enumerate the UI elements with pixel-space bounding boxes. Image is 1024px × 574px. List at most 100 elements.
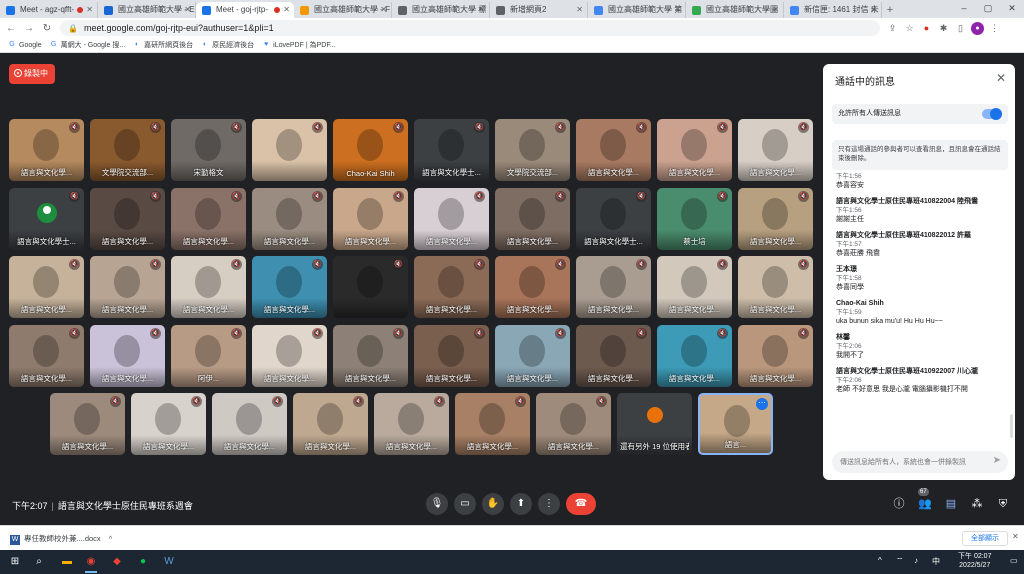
browser-tab[interactable]: 新信匣: 1461 封信 未 ✕: [784, 2, 882, 18]
acrobat-icon[interactable]: ◆: [108, 553, 126, 571]
participant-tile[interactable]: 語言與文化學... 🔇: [657, 119, 732, 181]
participant-tile[interactable]: 語言與文化學... 🔇: [90, 256, 165, 318]
participant-tile[interactable]: 還有另外 19 位使用者: [617, 393, 692, 455]
reload-icon[interactable]: ↻: [40, 23, 54, 34]
ime-indicator-icon[interactable]: 中: [932, 556, 940, 567]
participant-tile[interactable]: 語言與文化學... 🔇: [252, 324, 327, 387]
show-all-button[interactable]: 全部顯示: [962, 531, 1008, 546]
share-icon[interactable]: ⇪: [886, 22, 899, 35]
participant-tile[interactable]: 語言與文化學... 🔇: [495, 187, 570, 250]
participant-tile[interactable]: 語言與文化學... 🔇: [333, 324, 408, 387]
tray-chevron-icon[interactable]: ^: [878, 556, 882, 565]
more-options-icon[interactable]: ⋯: [756, 398, 768, 410]
participant-tile[interactable]: 語言與文化學... 🔇: [131, 393, 206, 455]
participant-tile[interactable]: 語言與文化學... 🔇: [293, 393, 368, 455]
participant-tile[interactable]: 語言... ⋯: [698, 393, 773, 455]
participant-tile[interactable]: Chao-Kai Shih 🔇: [333, 119, 408, 181]
volume-icon[interactable]: ♪: [914, 556, 918, 565]
participant-tile[interactable]: 語言與文化學... 🔇: [90, 324, 165, 387]
participant-tile[interactable]: 🔇: [333, 256, 408, 318]
participant-tile[interactable]: 語言與文化學... 🔇: [9, 256, 84, 318]
close-tab-icon[interactable]: ✕: [380, 2, 387, 18]
browser-tab[interactable]: Meet - agz-qfft- ✕: [0, 2, 98, 18]
participant-tile[interactable]: 語言與文化學... 🔇: [50, 393, 125, 455]
browser-tab[interactable]: 國立高雄師範大學 第 ✕: [588, 2, 686, 18]
participant-tile[interactable]: 語言與文化學... 🔇: [576, 256, 651, 318]
network-icon[interactable]: ⌔: [896, 556, 904, 566]
close-tab-icon[interactable]: ✕: [86, 2, 93, 18]
search-icon[interactable]: ⌕: [30, 553, 48, 571]
bookmark-item[interactable]: G Google: [8, 41, 41, 49]
participant-tile[interactable]: 🔇: [252, 119, 327, 181]
participant-tile[interactable]: 語言與文化學... 🔇: [414, 187, 489, 250]
participant-tile[interactable]: 語言與文化學... 🔇: [576, 324, 651, 387]
browser-tab[interactable]: 國立高雄師範大學 - F ✕: [294, 2, 392, 18]
download-item[interactable]: W 專任教師校外兼....docx ^: [10, 533, 112, 545]
participant-tile[interactable]: 語言與文化學士... 🔇: [9, 187, 84, 250]
mic-button[interactable]: 🎙: [426, 493, 448, 515]
chat-input[interactable]: [832, 451, 1008, 473]
participant-tile[interactable]: 語言與文化學... 🔇: [495, 256, 570, 318]
bookmark-item[interactable]: ◐ 原民經濟後台: [201, 40, 254, 50]
participant-tile[interactable]: 語言與文化學... 🔇: [333, 187, 408, 250]
participant-tile[interactable]: 語言與文化學... 🔇: [171, 256, 246, 318]
participant-tile[interactable]: 語言與文化學... 🔇: [374, 393, 449, 455]
windows-start-icon[interactable]: ⊞: [6, 553, 24, 571]
chrome-icon[interactable]: ◉: [82, 553, 100, 573]
people-button[interactable]: 67 👥: [916, 488, 934, 513]
bookmark-item[interactable]: ♥ iLovePDF | 為PDF...: [262, 40, 336, 50]
file-explorer-icon[interactable]: ▬: [58, 553, 76, 571]
sidepanel-icon[interactable]: ▯: [954, 22, 967, 35]
close-shelf-icon[interactable]: ✕: [1012, 532, 1019, 541]
participant-tile[interactable]: 蔡士培 🔇: [657, 187, 732, 250]
close-tab-icon[interactable]: ✕: [478, 2, 485, 18]
participant-tile[interactable]: 語言與文化學... 🔇: [738, 256, 813, 318]
chat-icon[interactable]: ▤: [942, 495, 960, 513]
participant-tile[interactable]: 語言與文化學... 🔇: [414, 256, 489, 318]
bookmark-item[interactable]: G 萬網大 - Google 搜...: [50, 40, 125, 50]
participant-tile[interactable]: 語言與文化學... 🔇: [414, 324, 489, 387]
address-bar[interactable]: 🔒 meet.google.com/goj-rjtp-eui?authuser=1…: [60, 20, 880, 36]
taskbar-clock[interactable]: 下午 02:07 2022/5/27: [958, 552, 991, 570]
participant-tile[interactable]: 語言與文化學... 🔇: [9, 324, 84, 387]
forward-icon[interactable]: →: [22, 23, 36, 34]
close-tab-icon[interactable]: ✕: [184, 2, 191, 18]
participant-tile[interactable]: 語言與文化學... 🔇: [536, 393, 611, 455]
puzzle-icon[interactable]: ✱: [937, 22, 950, 35]
browser-tab[interactable]: 國立高雄師範大學 標 ✕: [392, 2, 490, 18]
participant-tile[interactable]: 語言與文化學... 🔇: [576, 119, 651, 181]
close-window-icon[interactable]: ✕: [1000, 0, 1024, 16]
participant-tile[interactable]: 語言與文化學... 🔇: [212, 393, 287, 455]
close-icon[interactable]: ✕: [996, 71, 1006, 85]
close-tab-icon[interactable]: ✕: [283, 2, 290, 18]
browser-tab[interactable]: 國立高雄師範大學圖 ✕: [686, 2, 784, 18]
browser-tab[interactable]: 國立高雄師範大學 - E ✕: [98, 2, 196, 18]
participant-tile[interactable]: 阿伊... 🔇: [171, 324, 246, 387]
word-icon[interactable]: W: [160, 553, 178, 571]
minimize-icon[interactable]: –: [952, 0, 976, 16]
maximize-icon[interactable]: ▢: [976, 0, 1000, 16]
participant-tile[interactable]: 文學院交流部... 🔇: [90, 119, 165, 181]
participant-tile[interactable]: 語言與文化學... 🔇: [738, 187, 813, 250]
participant-tile[interactable]: 語言與文化學... 🔇: [738, 119, 813, 181]
participant-tile[interactable]: 語言與文化學... 🔇: [495, 324, 570, 387]
chevron-up-icon[interactable]: ^: [109, 534, 113, 543]
participant-tile[interactable]: 語言與文化學... 🔇: [252, 256, 327, 318]
menu-icon[interactable]: ⋮: [988, 22, 1001, 35]
bookmark-star-icon[interactable]: ☆: [903, 22, 916, 35]
participant-tile[interactable]: 語言與文化學... 🔇: [657, 324, 732, 387]
close-tab-icon[interactable]: ✕: [870, 2, 877, 18]
notification-icon[interactable]: ▭: [1010, 556, 1018, 565]
participant-tile[interactable]: 語言與文化學士... 🔇: [414, 119, 489, 181]
message-list[interactable]: 下午1:56 恭喜容安 語言與文化學士原住民專班410822004 陸飛鴦 下午1:5…: [836, 172, 1006, 442]
participant-tile[interactable]: 語言與文化學... 🔇: [252, 187, 327, 250]
leave-call-button[interactable]: ☎: [566, 493, 596, 515]
participant-tile[interactable]: 語言與文化學... 🔇: [657, 256, 732, 318]
chat-scrollbar[interactable]: [1010, 414, 1013, 438]
info-icon[interactable]: ⓘ: [890, 495, 908, 513]
camera-button[interactable]: ▭: [454, 493, 476, 515]
allow-messages-toggle[interactable]: [982, 108, 1002, 120]
close-tab-icon[interactable]: ✕: [772, 2, 779, 18]
participant-tile[interactable]: 語言與文化學... 🔇: [171, 187, 246, 250]
browser-tab[interactable]: 新增網頁2 ✕: [490, 2, 588, 18]
